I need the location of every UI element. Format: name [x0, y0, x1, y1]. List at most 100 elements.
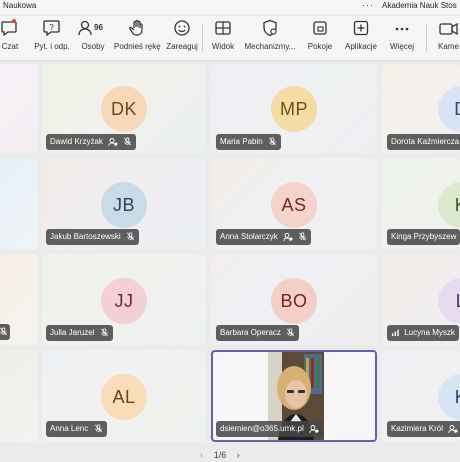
participant-name-tag: Julia Jaruzel	[46, 325, 113, 341]
participant-name: Lucyna Myszk	[404, 328, 455, 337]
meeting-title: Naukowa	[3, 1, 37, 10]
guest-icon	[448, 424, 458, 433]
svg-text:?: ?	[49, 23, 54, 32]
mic-off-icon	[100, 328, 108, 337]
avatar: K	[438, 374, 460, 420]
mic-off-icon	[126, 232, 134, 241]
chat-button[interactable]: Czat	[0, 18, 20, 58]
participant-tile-partial[interactable]	[0, 350, 38, 442]
participant-tile[interactable]: BO Barbara Operacz	[211, 254, 377, 345]
avatar: BO	[271, 278, 317, 324]
react-button[interactable]: Zareaguj	[166, 18, 198, 58]
participant-tile[interactable]: K Kazimiera Król	[382, 350, 460, 442]
qa-button[interactable]: ? Pyt. i odp.	[30, 18, 74, 58]
toolbar-divider	[202, 24, 203, 52]
participant-name: Barbara Operacz	[220, 328, 281, 337]
hand-icon	[114, 18, 160, 40]
rooms-icon	[304, 18, 336, 40]
window-title-bar: Naukowa ··· Akademia Nauk Stos	[0, 0, 460, 14]
pagination: ‹ 1/6 ›	[190, 450, 250, 462]
mic-off-icon	[0, 327, 7, 336]
chat-label: Czat	[1, 42, 19, 51]
speaking-icon	[391, 330, 399, 337]
mechanisms-label: Mechanizmy...	[244, 42, 296, 51]
participant-name-tag: Dorota Kaźmiercza	[387, 134, 460, 150]
participant-name: Maria Pabin	[220, 137, 263, 146]
people-button[interactable]: 96 Osoby	[78, 18, 108, 58]
next-page-button[interactable]: ›	[237, 450, 240, 460]
participant-tile[interactable]: D Dorota Kaźmiercza	[382, 64, 460, 153]
participant-name: Jakub Bartoszewski	[50, 232, 121, 241]
mic-off-icon	[287, 328, 295, 337]
apps-button[interactable]: Aplikacje	[342, 18, 380, 58]
avatar: AL	[101, 374, 147, 420]
more-button[interactable]: Więcej	[386, 18, 418, 58]
mute-indicator	[0, 324, 10, 340]
add-app-icon	[342, 18, 380, 40]
guest-icon	[283, 232, 293, 241]
participant-tile[interactable]: JJ Julia Jaruzel	[42, 254, 206, 345]
participant-tile[interactable]: MP Maria Pabin	[211, 64, 377, 153]
raise-hand-label: Podnieś rękę	[114, 42, 161, 51]
avatar: L	[438, 278, 460, 324]
participant-name-tag: Jakub Bartoszewski	[46, 229, 139, 245]
participant-tile[interactable]: L Lucyna Myszk	[382, 254, 460, 345]
participant-name: Dorota Kaźmiercza	[391, 137, 460, 146]
previous-page-button[interactable]: ‹	[200, 450, 203, 460]
question-icon: ?	[30, 18, 74, 40]
participant-name-tag: Anna Stolarczyk	[216, 229, 312, 245]
participant-name: Kazimiera Król	[391, 424, 444, 433]
active-speaker-tile[interactable]: dsiemien@o365.umk.pl	[211, 350, 377, 442]
apps-label: Aplikacje	[344, 42, 377, 51]
participant-tile[interactable]: AL Anna Lenc	[42, 350, 206, 442]
participant-name-tag: Maria Pabin	[216, 134, 281, 150]
participant-name: Anna Lenc	[50, 424, 89, 433]
view-button[interactable]: Widok	[208, 18, 238, 58]
more-label: Więcej	[389, 42, 414, 51]
camera-icon	[438, 18, 460, 40]
qa-label: Pyt. i odp.	[34, 42, 70, 51]
raise-hand-button[interactable]: Podnieś rękę	[114, 18, 161, 58]
participant-tile[interactable]: AS Anna Stolarczyk	[211, 158, 377, 249]
participant-tile[interactable]: DK Dawid Krzyżak	[42, 64, 206, 153]
people-icon: 96	[78, 18, 108, 40]
page-indicator: 1/6	[213, 450, 227, 460]
avatar: DK	[101, 86, 147, 132]
avatar: JJ	[101, 278, 147, 324]
mic-off-icon	[124, 137, 132, 146]
participant-name: Julia Jaruzel	[50, 328, 95, 337]
participant-name-tag: Lucyna Myszk	[387, 325, 459, 341]
mic-off-icon	[299, 232, 307, 241]
participant-name-tag: dsiemien@o365.umk.pl	[216, 421, 323, 437]
guest-icon	[309, 424, 319, 433]
participant-tile[interactable]: K Kinga Przybyszew	[382, 158, 460, 249]
organization-name: Akademia Nauk Stos	[382, 1, 457, 10]
avatar: AS	[271, 182, 317, 228]
grid-view-icon	[208, 18, 238, 40]
chat-icon	[0, 18, 20, 40]
meeting-toolbar: Czat ? Pyt. i odp. 96 Osoby Podnieś rękę…	[0, 16, 460, 61]
more-dots-icon	[386, 18, 418, 40]
participant-name: Dawid Krzyżak	[50, 137, 103, 146]
shield-icon	[244, 18, 296, 40]
guest-icon	[108, 137, 118, 146]
participant-tile-partial[interactable]	[0, 158, 38, 249]
mic-off-icon	[268, 137, 276, 146]
mechanisms-button[interactable]: Mechanizmy...	[244, 18, 296, 58]
participant-tile-partial[interactable]	[0, 64, 38, 153]
rooms-button[interactable]: Pokoje	[304, 18, 336, 58]
camera-button[interactable]: Kame	[438, 18, 460, 58]
participant-tile-partial[interactable]	[0, 254, 38, 345]
participant-name: dsiemien@o365.umk.pl	[220, 424, 304, 433]
participant-name-tag: Barbara Operacz	[216, 325, 300, 341]
smiley-icon	[166, 18, 198, 40]
more-options-button[interactable]: ···	[362, 0, 374, 11]
avatar: K	[438, 182, 460, 228]
participant-name: Anna Stolarczyk	[220, 232, 278, 241]
participant-tile[interactable]: JB Jakub Bartoszewski	[42, 158, 206, 249]
participant-name-tag: Dawid Krzyżak	[46, 134, 137, 150]
mic-off-icon	[94, 424, 102, 433]
avatar: D	[438, 86, 460, 132]
avatar: MP	[271, 86, 317, 132]
participant-name-tag: Anna Lenc	[46, 421, 107, 437]
